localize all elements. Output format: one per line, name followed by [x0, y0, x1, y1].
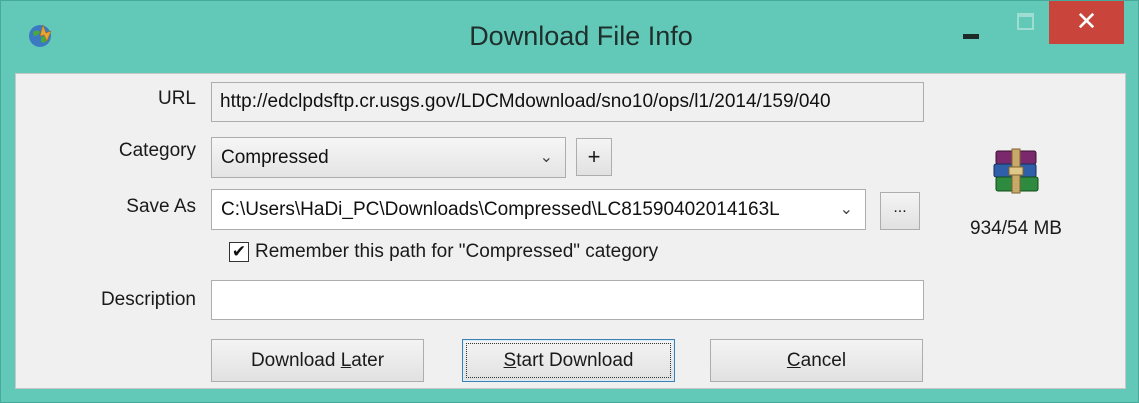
- saveas-path-value: C:\Users\HaDi_PC\Downloads\Compressed\LC…: [221, 199, 780, 220]
- dialog-body: URL http://edclpdsftp.cr.usgs.gov/LDCMdo…: [15, 73, 1126, 389]
- close-icon: ✕: [1075, 6, 1098, 36]
- saveas-label: Save As: [126, 196, 196, 217]
- url-label: URL: [157, 88, 196, 109]
- cancel-text: ancel: [800, 350, 847, 371]
- category-label: Category: [118, 140, 196, 161]
- winrar-archive-icon: [993, 148, 1039, 194]
- idm-globe-icon: [29, 24, 52, 47]
- browse-button[interactable]: ...: [880, 192, 920, 230]
- chevron-down-icon: ⌄: [839, 201, 853, 218]
- url-field[interactable]: http://edclpdsftp.cr.usgs.gov/LDCMdownlo…: [211, 82, 924, 122]
- download-later-text-pre: Download: [250, 350, 341, 371]
- window-title: Download File Info: [469, 21, 693, 51]
- download-later-button[interactable]: Download Later: [211, 339, 424, 382]
- add-category-button[interactable]: +: [576, 138, 612, 176]
- title-bar[interactable]: Download File Info ✕: [1, 1, 1138, 73]
- saveas-path-select[interactable]: C:\Users\HaDi_PC\Downloads\Compressed\LC…: [211, 189, 866, 230]
- remember-path-checkbox[interactable]: ✔: [229, 242, 249, 262]
- category-value: Compressed: [221, 147, 329, 168]
- file-size-label: 934/54 MB: [970, 218, 1062, 239]
- start-download-button[interactable]: Start Download: [462, 339, 675, 382]
- chevron-down-icon: ⌄: [539, 149, 553, 166]
- maximize-button[interactable]: [1003, 1, 1049, 45]
- remember-path-label[interactable]: Remember this path for "Compressed" cate…: [255, 241, 658, 263]
- download-file-info-dialog: Download File Info ✕ URL http://edclpdsf…: [0, 0, 1139, 403]
- description-label: Description: [100, 289, 196, 310]
- description-field[interactable]: [211, 280, 924, 320]
- cancel-accel: C: [786, 350, 801, 371]
- close-button[interactable]: ✕: [1049, 1, 1124, 44]
- download-later-text-post: ater: [351, 350, 385, 371]
- minimize-button[interactable]: [949, 1, 995, 45]
- download-later-accel: L: [340, 350, 352, 371]
- category-select[interactable]: Compressed ⌄: [211, 137, 566, 178]
- cancel-button[interactable]: Cancel: [710, 339, 923, 382]
- focus-rectangle: [466, 343, 671, 378]
